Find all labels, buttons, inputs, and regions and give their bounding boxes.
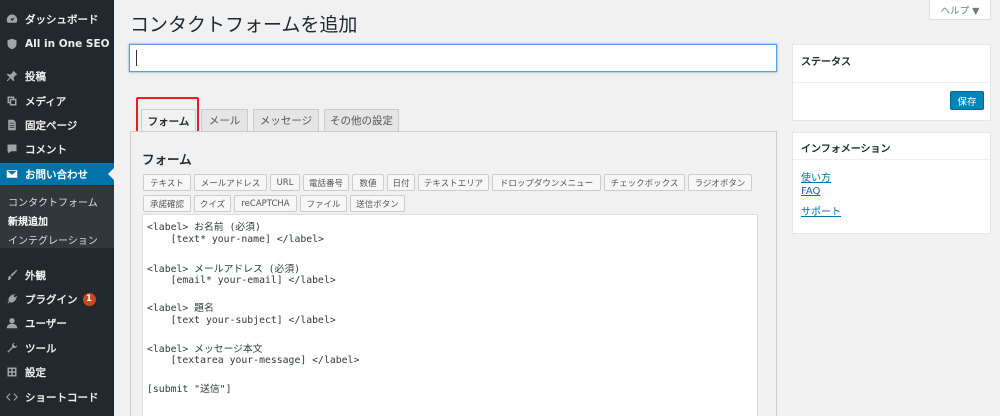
code-line: <label> お名前 (必須): [147, 222, 261, 233]
sidebar-item-label: 投稿: [25, 70, 46, 83]
sidebar-item-dashboard[interactable]: ダッシュボード: [0, 8, 114, 30]
sidebar-item-settings[interactable]: 設定: [0, 361, 114, 383]
admin-sidebar: ダッシュボード All in One SEO 投稿 メディア 固定ページ コメン…: [0, 0, 114, 416]
form-title-field[interactable]: [129, 44, 777, 72]
page-title: コンタクトフォームを追加: [130, 14, 358, 36]
submenu-integration[interactable]: インテグレーション: [8, 232, 98, 247]
pin-icon: [5, 69, 19, 83]
tag-button-number[interactable]: 数値: [352, 174, 384, 191]
tag-button-acceptance[interactable]: 承諾確認: [143, 195, 191, 212]
tag-button-dropdown[interactable]: ドロップダウンメニュー: [492, 174, 601, 191]
information-box-title: インフォメーション: [801, 144, 891, 155]
code-line: <label> 題名: [147, 303, 214, 314]
update-count-badge: 1: [82, 292, 96, 306]
wrench-icon: [5, 341, 19, 355]
sidebar-item-label: メディア: [25, 95, 67, 108]
user-icon: [5, 316, 19, 330]
code-line: [text* your-name] </label>: [147, 234, 324, 245]
page-icon: [5, 118, 19, 132]
sidebar-item-label: 設定: [25, 366, 46, 379]
sidebar-item-label: ショートコード: [25, 391, 99, 404]
link-docs[interactable]: 使い方: [801, 169, 831, 184]
tag-button-quiz[interactable]: クイズ: [194, 195, 231, 212]
tag-button-email[interactable]: メールアドレス: [194, 174, 267, 191]
mail-icon: [5, 167, 19, 181]
save-button[interactable]: 保存: [950, 91, 984, 110]
settings-icon: [5, 365, 19, 379]
sidebar-item-label: ダッシュボード: [25, 13, 99, 26]
tab-additional-settings[interactable]: その他の設定: [324, 109, 399, 131]
submenu-contact-forms[interactable]: コンタクトフォーム: [8, 194, 98, 209]
submenu-add-new[interactable]: 新規追加: [8, 213, 48, 228]
divider: [793, 82, 990, 83]
divider: [793, 159, 990, 160]
sidebar-item-plugins[interactable]: プラグイン 1: [0, 288, 114, 310]
code-icon: [5, 390, 19, 404]
tag-button-tel[interactable]: 電話番号: [303, 174, 349, 191]
help-button[interactable]: ヘルプ ▼: [929, 0, 991, 20]
sidebar-item-label: お問い合わせ: [25, 168, 88, 181]
link-support[interactable]: サポート: [801, 203, 841, 218]
form-panel-heading: フォーム: [142, 152, 192, 167]
sidebar-item-label: ユーザー: [25, 317, 67, 330]
sidebar-item-users[interactable]: ユーザー: [0, 312, 114, 334]
tab-messages[interactable]: メッセージ: [253, 109, 319, 131]
form-title-input[interactable]: [130, 45, 776, 71]
sidebar-item-contact[interactable]: お問い合わせ: [0, 163, 114, 185]
tag-button-date[interactable]: 日付: [387, 174, 415, 191]
brush-icon: [5, 268, 19, 282]
sidebar-item-shortcodes[interactable]: ショートコード: [0, 386, 114, 408]
sidebar-item-comments[interactable]: コメント: [0, 138, 114, 160]
tag-button-submit[interactable]: 送信ボタン: [350, 195, 405, 212]
tag-button-textarea[interactable]: テキストエリア: [418, 174, 489, 191]
text-caret: [136, 50, 137, 66]
tab-mail[interactable]: メール: [201, 109, 248, 131]
status-box-title: ステータス: [801, 57, 851, 68]
sidebar-item-media[interactable]: メディア: [0, 90, 114, 112]
tab-form[interactable]: フォーム: [141, 109, 196, 132]
plugin-icon: [5, 292, 19, 306]
tag-button-checkbox[interactable]: チェックボックス: [604, 174, 685, 191]
sidebar-item-pages[interactable]: 固定ページ: [0, 114, 114, 136]
code-line: [email* your-email] </label>: [147, 275, 336, 286]
tag-button-text[interactable]: テキスト: [143, 174, 191, 191]
contact-submenu: コンタクトフォーム 新規追加 インテグレーション: [0, 186, 114, 248]
sidebar-item-posts[interactable]: 投稿: [0, 65, 114, 87]
sidebar-item-label: コメント: [25, 143, 67, 156]
tag-button-recaptcha[interactable]: reCAPTCHA: [234, 195, 297, 212]
sidebar-item-label: 外観: [25, 269, 46, 282]
code-line: [text your-subject] </label>: [147, 315, 336, 326]
tag-button-url[interactable]: URL: [270, 174, 300, 191]
comment-icon: [5, 142, 19, 156]
media-icon: [5, 94, 19, 108]
sidebar-item-label: All in One SEO: [25, 38, 110, 50]
tag-button-radio[interactable]: ラジオボタン: [688, 174, 752, 191]
sidebar-item-aioseo[interactable]: All in One SEO: [0, 33, 114, 55]
sidebar-item-tools[interactable]: ツール: [0, 337, 114, 359]
sidebar-item-label: プラグイン: [25, 293, 78, 306]
code-line: <label> メールアドレス (必須): [147, 264, 301, 275]
sidebar-item-label: 固定ページ: [25, 119, 78, 132]
code-line: [submit "送信"]: [147, 384, 232, 395]
sidebar-item-appearance[interactable]: 外観: [0, 264, 114, 286]
sidebar-item-label: ツール: [25, 342, 57, 355]
link-faq[interactable]: FAQ: [801, 186, 820, 197]
dashboard-icon: [5, 12, 19, 26]
tag-button-file[interactable]: ファイル: [300, 195, 347, 212]
shield-icon: [5, 37, 19, 51]
code-line: <label> メッセージ本文: [147, 344, 263, 355]
code-line: [textarea your-message] </label>: [147, 355, 360, 366]
